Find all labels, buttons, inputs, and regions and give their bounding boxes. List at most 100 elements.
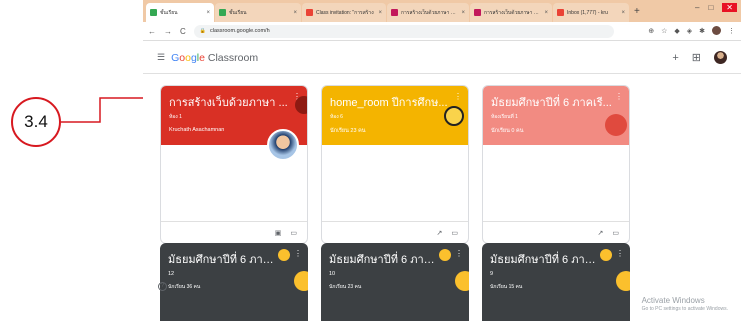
- header-decoration: [295, 96, 307, 114]
- class-card[interactable]: มัธยมศึกษาปีที่ 6 ภาคเรี... 10 นักเรียน …: [321, 243, 469, 321]
- browser-window: ชั้นเรียน × ชั้นเรียน × Class invitation…: [143, 0, 741, 324]
- class-title[interactable]: มัธยมศึกษาปีที่ 6 ภาคเรี...: [168, 250, 280, 268]
- class-card[interactable]: การสร้างเว็บด้วยภาษา ... ห้อง 1 Kruchath…: [160, 85, 308, 244]
- close-icon[interactable]: ×: [621, 10, 625, 16]
- back-icon[interactable]: ←: [148, 27, 156, 36]
- extension-icon[interactable]: ◆: [674, 27, 679, 35]
- more-options-icon[interactable]: ⋮: [455, 249, 463, 258]
- class-card-body: [322, 145, 468, 221]
- classroom-favicon-icon: [150, 9, 157, 16]
- class-section: 12: [168, 271, 175, 277]
- window-close-icon[interactable]: ✕: [722, 3, 737, 12]
- class-title[interactable]: มัธยมศึกษาปีที่ 6 ภาคเรี...: [490, 250, 602, 268]
- screenshot: 3.4 ชั้นเรียน × ชั้นเรียน × Class invita…: [0, 0, 741, 324]
- close-icon[interactable]: ×: [293, 10, 297, 16]
- apps-grid-icon[interactable]: ⊞: [692, 51, 701, 64]
- add-class-icon[interactable]: +: [672, 52, 678, 64]
- header-decoration: [439, 249, 451, 261]
- class-card-footer: ↗ ▭: [322, 221, 468, 243]
- toolbar-icons: ⊕ ☆ ◆ ◈ ✱ ⋮: [648, 26, 735, 35]
- class-teacher: นักเรียน 0 คน: [491, 128, 524, 134]
- class-card-header: มัธยมศึกษาปีที่ 6 ภาคเรี... ห้องเรียนที่…: [483, 86, 629, 145]
- classroom-app-bar: ☰ Google Classroom + ⊞: [143, 42, 741, 74]
- account-avatar[interactable]: [714, 51, 727, 64]
- page-favicon-icon: [474, 9, 481, 16]
- class-title[interactable]: มัธยมศึกษาปีที่ 6 ภาคเรี...: [329, 250, 441, 268]
- folder-icon[interactable]: ▭: [290, 229, 297, 237]
- class-teacher: นักเรียน 15 คน: [490, 284, 523, 290]
- tab-label: การสร้างเว็บด้วยภาษา HTML: [484, 9, 542, 16]
- header-decoration: [278, 249, 290, 261]
- classroom-favicon-icon: [219, 9, 226, 16]
- new-tab-icon[interactable]: +: [634, 6, 640, 17]
- minimize-icon[interactable]: –: [695, 3, 699, 12]
- class-title[interactable]: การสร้างเว็บด้วยภาษา ...: [169, 93, 297, 111]
- folder-icon[interactable]: ▭: [451, 229, 458, 237]
- tab-label: Class invitation: "การสร้าง: [316, 9, 374, 16]
- folder-icon[interactable]: ▭: [612, 229, 619, 237]
- class-card-header: home_room ปีการศึกษ... ห้อง 6 นักเรียน 2…: [322, 86, 468, 145]
- header-decoration: [294, 271, 308, 291]
- class-card[interactable]: มัธยมศึกษาปีที่ 6 ภาคเรี... ห้องเรียนที่…: [482, 85, 630, 244]
- tab-label: ชั้นเรียน: [160, 9, 178, 16]
- page-favicon-icon: [391, 9, 398, 16]
- class-card[interactable]: มัธยมศึกษาปีที่ 6 ภาคเรี... 12 นักเรียน …: [160, 243, 308, 321]
- class-teacher: นักเรียน 23 คน: [330, 128, 366, 134]
- class-section: 9: [490, 271, 494, 277]
- more-options-icon[interactable]: ⋮: [454, 92, 462, 101]
- classroom-logo[interactable]: Google Classroom: [171, 52, 258, 64]
- reload-icon[interactable]: C: [180, 27, 186, 36]
- star-icon[interactable]: ☆: [661, 27, 667, 35]
- header-decoration: [605, 114, 627, 136]
- browser-tab-2[interactable]: ชั้นเรียน ×: [215, 3, 301, 22]
- address-bar[interactable]: 🔒 classroom.google.com/h: [193, 24, 614, 38]
- assignment-icon[interactable]: ▣: [275, 229, 282, 237]
- browser-toolbar: ← → C 🔒 classroom.google.com/h ⊕ ☆ ◆ ◈ ✱…: [143, 22, 741, 41]
- class-section: ห้อง 1: [169, 114, 182, 120]
- close-icon[interactable]: ×: [544, 10, 548, 16]
- app-bar-actions: + ⊞: [672, 51, 727, 64]
- trending-icon[interactable]: ↗: [437, 229, 443, 237]
- watermark-title: Activate Windows: [641, 296, 705, 305]
- close-icon[interactable]: ×: [378, 10, 382, 16]
- browser-tab-5[interactable]: การสร้างเว็บด้วยภาษา HTML ×: [470, 3, 552, 22]
- clock-decoration-icon: [444, 106, 464, 126]
- annotation-callout: 3.4: [11, 97, 61, 147]
- more-options-icon[interactable]: ⋮: [615, 92, 623, 101]
- close-icon[interactable]: ×: [206, 10, 210, 16]
- forward-icon[interactable]: →: [164, 27, 172, 36]
- menu-dots-icon[interactable]: ⋮: [728, 27, 735, 35]
- browser-tab-6[interactable]: Inbox (1,777) - kru ×: [553, 3, 629, 22]
- hamburger-menu-icon[interactable]: ☰: [157, 52, 165, 63]
- class-teacher: นักเรียน 36 คน: [168, 284, 201, 290]
- teacher-avatar: [267, 129, 299, 161]
- browser-tab-4[interactable]: การสร้างเว็บด้วยภาษา HTML ×: [387, 3, 469, 22]
- class-card[interactable]: home_room ปีการศึกษ... ห้อง 6 นักเรียน 2…: [321, 85, 469, 244]
- gmail-favicon-icon: [306, 9, 313, 16]
- maximize-icon[interactable]: □: [708, 3, 713, 12]
- annotation-label: 3.4: [24, 112, 48, 131]
- lock-icon: 🔒: [199, 28, 207, 34]
- help-icon[interactable]: ?: [158, 282, 167, 291]
- tab-label: การสร้างเว็บด้วยภาษา HTML: [401, 9, 459, 16]
- extension-icon[interactable]: ◈: [687, 27, 692, 35]
- puzzle-icon[interactable]: ✱: [699, 27, 705, 35]
- browser-tab-3[interactable]: Class invitation: "การสร้าง ×: [302, 3, 386, 22]
- class-card-footer: ▣ ▭: [161, 221, 307, 243]
- header-decoration: [600, 249, 612, 261]
- profile-avatar[interactable]: [712, 26, 721, 35]
- class-title[interactable]: home_room ปีการศึกษ...: [330, 93, 458, 111]
- more-options-icon[interactable]: ⋮: [616, 249, 624, 258]
- class-teacher: นักเรียน 23 คน: [329, 284, 362, 290]
- close-icon[interactable]: ×: [461, 10, 465, 16]
- zoom-icon[interactable]: ⊕: [648, 27, 654, 35]
- gmail-favicon-icon: [557, 9, 564, 16]
- class-card[interactable]: มัธยมศึกษาปีที่ 6 ภาคเรี... 9 นักเรียน 1…: [482, 243, 630, 321]
- more-options-icon[interactable]: ⋮: [294, 249, 302, 258]
- class-section: 10: [329, 271, 336, 277]
- product-name: Classroom: [207, 51, 259, 64]
- class-card-footer: ↗ ▭: [483, 221, 629, 243]
- class-title[interactable]: มัธยมศึกษาปีที่ 6 ภาคเรี...: [491, 93, 619, 111]
- trending-icon[interactable]: ↗: [598, 229, 604, 237]
- browser-tab-1[interactable]: ชั้นเรียน ×: [146, 3, 214, 22]
